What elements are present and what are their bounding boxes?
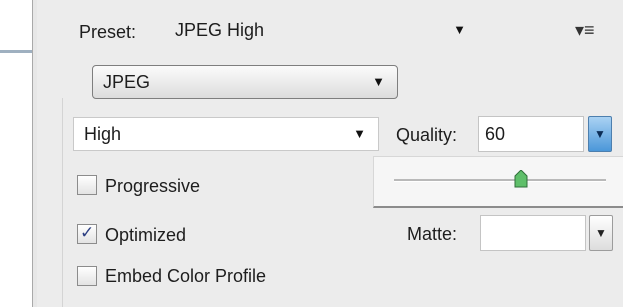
quality-slider-track[interactable] (394, 179, 606, 182)
optimized-label: Optimized (105, 225, 187, 245)
quality-label: Quality: (396, 125, 458, 145)
preset-dropdown[interactable]: JPEG High ▼ (165, 14, 480, 48)
chevron-down-icon: ▼ (595, 226, 607, 240)
chevron-down-icon: ▼ (353, 126, 366, 141)
preview-pane-edge (0, 0, 33, 307)
matte-color-field[interactable] (480, 215, 586, 251)
quality-input[interactable]: 60 (478, 116, 584, 152)
preset-label: Preset: (79, 22, 137, 42)
panel-menu-icon[interactable]: ▾≡ (575, 20, 595, 41)
left-panel (0, 0, 37, 307)
chevron-down-icon: ▼ (594, 127, 606, 141)
file-format-dropdown[interactable]: JPEG ▼ (92, 65, 398, 99)
progressive-checkbox[interactable] (77, 175, 97, 195)
quality-slider-thumb[interactable] (514, 170, 528, 188)
file-format-value: JPEG (103, 72, 151, 92)
embed-color-profile-checkbox[interactable] (77, 266, 97, 286)
checkmark-icon: ✓ (80, 223, 95, 242)
panel-divider (62, 98, 63, 307)
pane-separator (0, 50, 32, 53)
matte-dropdown-button[interactable]: ▼ (589, 215, 613, 251)
quality-slider-popup (373, 156, 623, 208)
chevron-down-icon: ▼ (453, 22, 466, 37)
optimized-checkbox[interactable]: ✓ (77, 223, 97, 244)
embed-color-profile-label: Embed Color Profile (105, 266, 267, 286)
chevron-down-icon: ▼ (372, 74, 385, 89)
progressive-label: Progressive (105, 176, 201, 196)
matte-label: Matte: (407, 224, 458, 244)
quality-value: 60 (485, 124, 506, 144)
quality-slider-toggle-button[interactable]: ▼ (588, 116, 612, 152)
compression-quality-dropdown[interactable]: High ▼ (73, 117, 379, 151)
preset-value: JPEG High (175, 20, 265, 40)
compression-quality-value: High (84, 124, 122, 144)
